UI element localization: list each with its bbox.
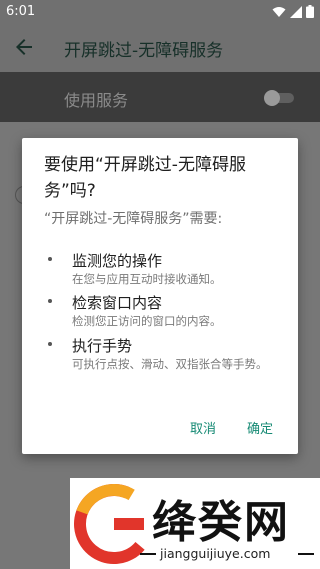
signal-icon [290, 5, 302, 18]
watermark-brand: 绛癸网 [152, 497, 290, 548]
status-time: 6:01 [6, 4, 36, 19]
permission-title: 检索窗口内容 [72, 294, 163, 312]
status-bar: 6:01 [0, 0, 320, 24]
permission-desc: 检测您正访问的窗口的内容。 [72, 314, 222, 328]
watermark-logo-icon [74, 484, 154, 564]
bullet-icon [48, 342, 52, 346]
switch-thumb [264, 90, 280, 106]
page-title: 开屏跳过-无障碍服务 [64, 41, 224, 61]
watermark-divider [140, 553, 156, 555]
permission-dialog: 要使用“开屏跳过-无障碍服务”吗? “开屏跳过-无障碍服务”需要: 监测您的操作… [22, 138, 298, 454]
permission-title: 执行手势 [72, 337, 133, 355]
service-toggle-switch[interactable] [264, 90, 294, 106]
back-arrow-icon[interactable] [14, 37, 34, 57]
permission-desc: 可执行点按、滑动、双指张合等手势。 [72, 357, 268, 371]
dialog-subtitle: “开屏跳过-无障碍服务”需要: [44, 211, 223, 227]
service-toggle-row[interactable]: 使用服务 [0, 72, 320, 122]
dialog-title: 要使用“开屏跳过-无障碍服务”吗? [44, 155, 246, 201]
cancel-button[interactable]: 取消 [190, 418, 216, 437]
ok-button[interactable]: 确定 [247, 418, 273, 437]
watermark-divider [298, 553, 314, 555]
bullet-icon [48, 257, 52, 261]
battery-icon [306, 5, 314, 18]
watermark: 绛癸网 jiangguijiuye.com [70, 478, 320, 569]
bullet-icon [48, 299, 52, 303]
watermark-url: jiangguijiuye.com [160, 546, 271, 561]
service-toggle-label: 使用服务 [64, 91, 129, 110]
app-bar: 开屏跳过-无障碍服务 [0, 24, 320, 72]
wifi-icon [272, 6, 286, 17]
permission-title: 监测您的操作 [72, 252, 163, 270]
status-icons [272, 5, 314, 18]
permission-desc: 在您与应用互动时接收通知。 [72, 272, 222, 286]
